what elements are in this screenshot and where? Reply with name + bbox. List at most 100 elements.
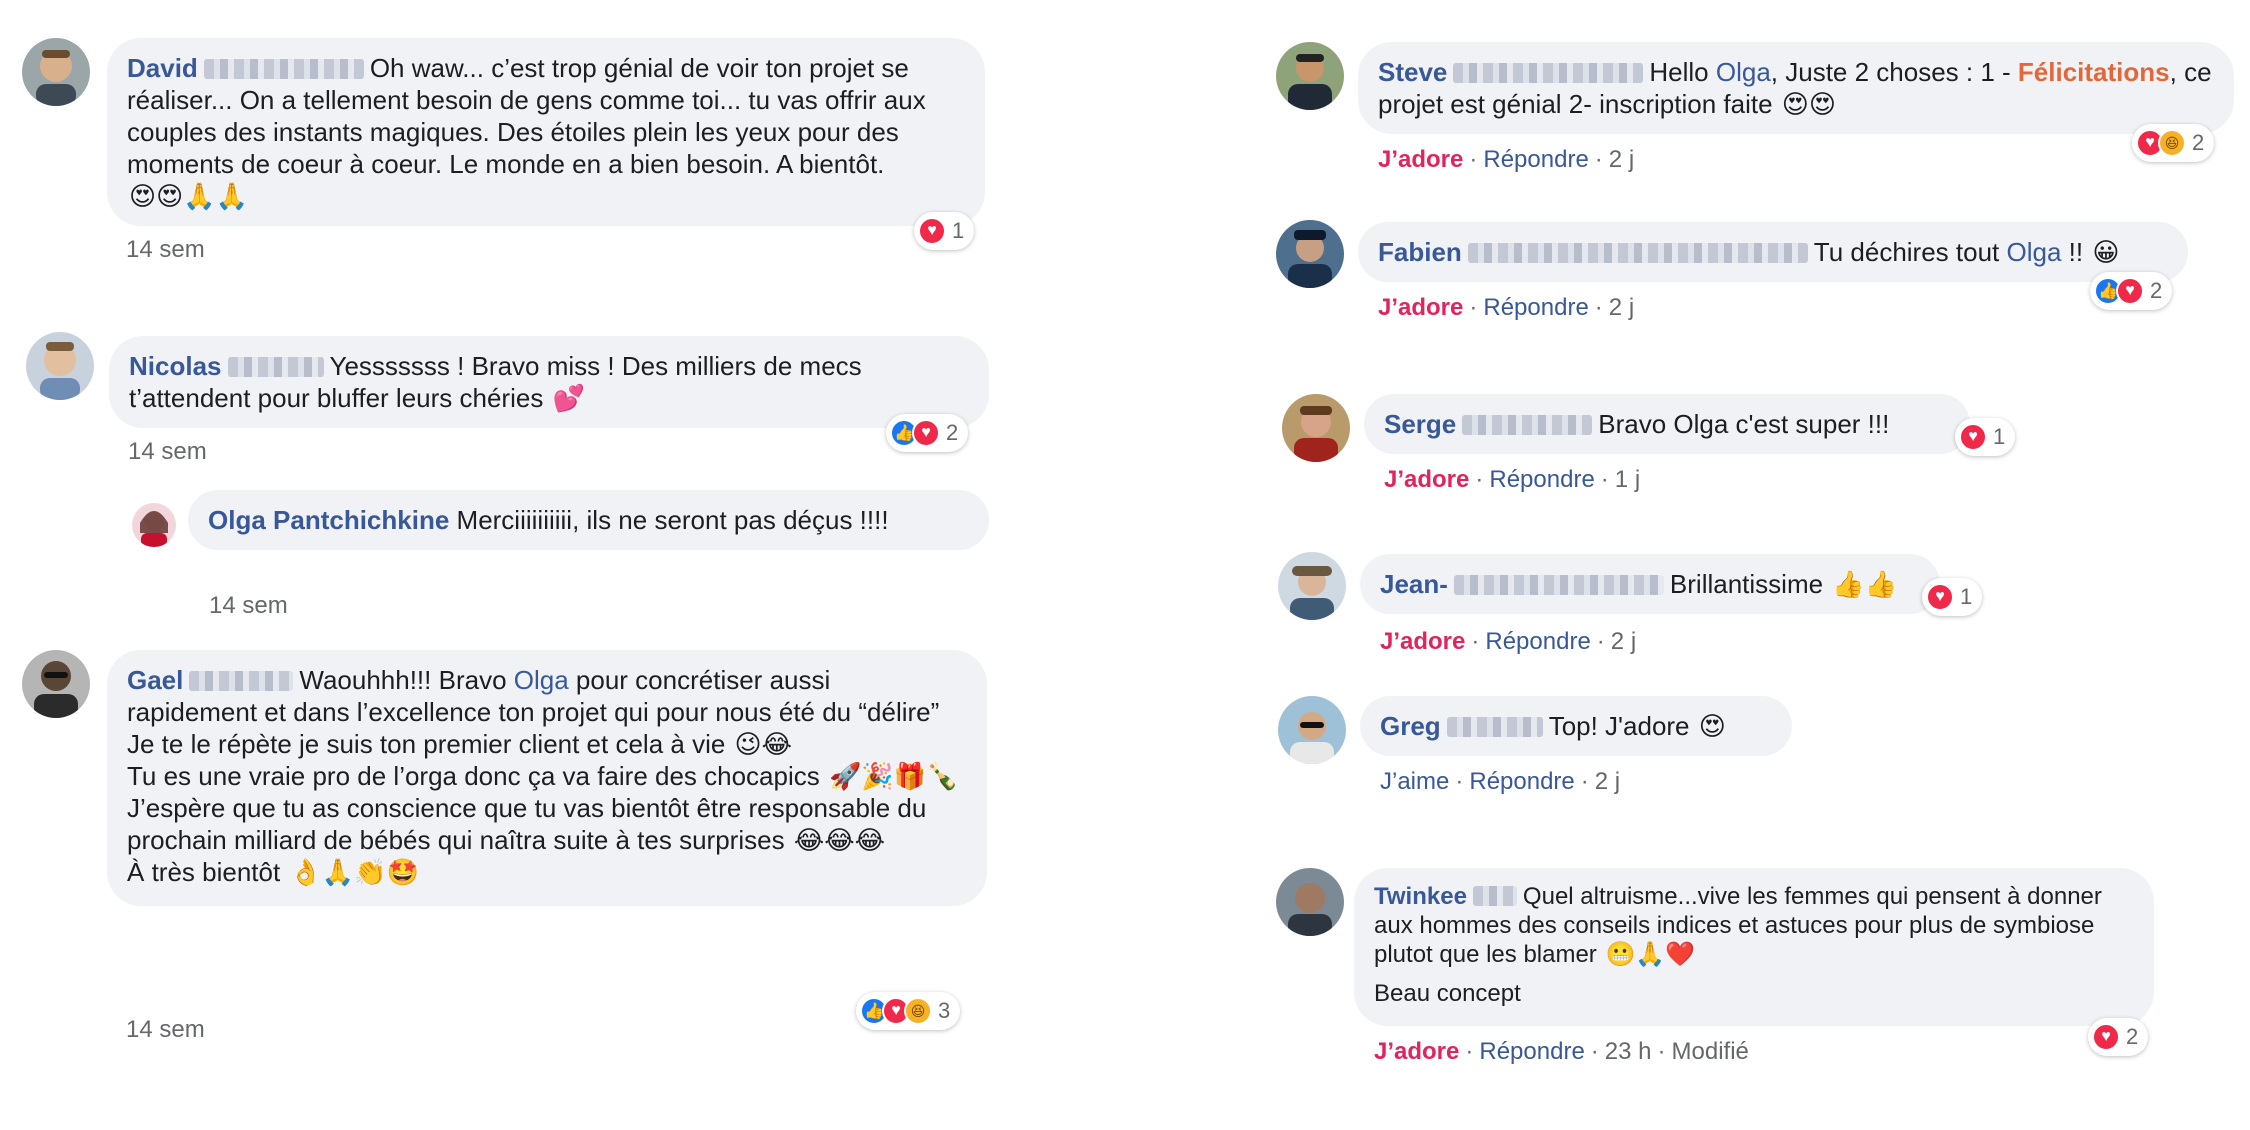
heart-icon: ♥: [1959, 423, 1987, 451]
author-name[interactable]: David: [127, 53, 198, 83]
avatar[interactable]: [1278, 552, 1346, 620]
reaction-link[interactable]: J’adore: [1378, 294, 1463, 321]
comment-bubble: Olga Pantchichkine Merciiiiiiiiii, ils n…: [188, 490, 989, 550]
comment-line: À très bientôt: [127, 857, 281, 887]
comment-time[interactable]: 1 j: [1615, 466, 1640, 493]
comment-actions: J’adore · Répondre · 2 j: [1380, 628, 1637, 655]
blurred-name: [1453, 575, 1664, 595]
emoji: 🚀🎉🎁🍾: [829, 761, 959, 791]
highlight-text: Félicitations: [2017, 57, 2170, 87]
avatar[interactable]: [26, 332, 94, 400]
reply-link[interactable]: Répondre: [1469, 768, 1574, 795]
comment-text: Bravo Olga c'est super !!!: [1598, 409, 1890, 439]
blurred-name: [1453, 63, 1644, 83]
reaction-badge[interactable]: 👍 ♥ 2: [886, 414, 969, 452]
comment-text: Tu déchires tout: [1813, 237, 2000, 267]
author-name[interactable]: Nicolas: [129, 351, 222, 381]
mention-link[interactable]: Olga: [2007, 237, 2062, 267]
author-name[interactable]: Olga Pantchichkine: [208, 505, 449, 535]
haha-icon: 😆: [904, 997, 932, 1025]
reply-link[interactable]: Répondre: [1479, 1038, 1584, 1065]
blurred-name: [1472, 886, 1517, 906]
avatar[interactable]: [22, 650, 90, 718]
comment-time[interactable]: 2 j: [1609, 294, 1634, 321]
emoji: 😍😍: [1781, 89, 1836, 119]
author-name[interactable]: Gael: [127, 665, 183, 695]
comment-text: Hello: [1649, 57, 1709, 87]
blurred-name: [1446, 717, 1543, 737]
emoji: 😬🙏❤️: [1605, 941, 1696, 968]
heart-icon: ♥: [1926, 583, 1954, 611]
avatar[interactable]: [132, 503, 176, 547]
comment-bubble: Twinkee Quel altruisme...vive les femmes …: [1354, 868, 2154, 1026]
blurred-name: [1462, 415, 1593, 435]
mention-link[interactable]: Olga: [514, 665, 569, 695]
comment-time[interactable]: 2 j: [1595, 768, 1620, 795]
comment-time[interactable]: 2 j: [1611, 628, 1636, 655]
heart-icon: ♥: [2116, 277, 2144, 305]
reaction-link[interactable]: J’adore: [1374, 1038, 1459, 1065]
edited-label[interactable]: Modifié: [1672, 1038, 1749, 1065]
reaction-link[interactable]: J’aime: [1380, 768, 1449, 795]
reaction-count: 1: [1960, 584, 1973, 609]
comment-actions: J’aime · Répondre · 2 j: [1380, 768, 1621, 795]
reaction-badge[interactable]: 👍 ♥ 😆 3: [856, 992, 961, 1030]
comment-bubble: David Oh waw... c’est trop génial de voir…: [107, 38, 985, 226]
comment-bubble: Serge Bravo Olga c'est super !!!: [1364, 394, 1970, 454]
reaction-link[interactable]: J’adore: [1384, 466, 1469, 493]
comment-bubble: Steve Hello Olga, Juste 2 choses : 1 - Fé…: [1358, 42, 2234, 134]
comment-time[interactable]: 23 h: [1605, 1038, 1652, 1065]
avatar[interactable]: [1276, 868, 1344, 936]
comment-time[interactable]: 14 sem: [128, 438, 207, 466]
avatar[interactable]: [1276, 42, 1344, 110]
comment-bubble: Nicolas Yesssssss ! Bravo miss ! Des mill…: [109, 336, 989, 428]
reaction-link[interactable]: J’adore: [1380, 628, 1465, 655]
reply-link[interactable]: Répondre: [1483, 294, 1588, 321]
comment-time[interactable]: 14 sem: [126, 1016, 205, 1044]
avatar[interactable]: [1278, 696, 1346, 764]
author-name[interactable]: Steve: [1378, 57, 1447, 87]
comment-text: Top! J'adore: [1548, 711, 1690, 741]
comment-bubble: Gael Waouhhh!!! Bravo Olga pour concrétis…: [107, 650, 987, 906]
author-name[interactable]: Fabien: [1378, 237, 1462, 267]
reaction-count: 1: [952, 218, 965, 243]
blurred-name: [227, 357, 324, 377]
author-name[interactable]: Greg: [1380, 711, 1441, 741]
comment-text: , Juste 2 choses : 1 -: [1770, 57, 2011, 87]
reaction-count: 2: [2150, 278, 2163, 303]
emoji: 😉😂: [734, 729, 793, 759]
comment-actions: J’adore · Répondre · 2 j: [1378, 146, 1635, 173]
heart-icon: ♥: [918, 217, 946, 245]
reaction-link[interactable]: J’adore: [1378, 146, 1463, 173]
avatar[interactable]: [1276, 220, 1344, 288]
reaction-badge[interactable]: ♥ 1: [914, 212, 975, 250]
comment-time[interactable]: 2 j: [1609, 146, 1634, 173]
reaction-count: 2: [2126, 1024, 2139, 1049]
comment-text: Merciiiiiiiiii, ils ne seront pas déçus …: [456, 505, 889, 535]
reaction-count: 2: [946, 420, 959, 445]
reaction-badge[interactable]: ♥ 2: [2088, 1018, 2149, 1056]
reaction-badge[interactable]: ♥ 1: [1922, 578, 1983, 616]
reaction-badge[interactable]: ♥ 😆 2: [2132, 124, 2215, 162]
comment-time[interactable]: 14 sem: [126, 236, 205, 264]
comment-actions: J’adore · Répondre · 2 j: [1378, 294, 1635, 321]
emoji: 😍: [1698, 711, 1726, 741]
comment-time[interactable]: 14 sem: [209, 592, 288, 620]
author-name[interactable]: Twinkee: [1374, 883, 1467, 910]
author-name[interactable]: Jean-: [1380, 569, 1448, 599]
emoji: 😍😍🙏🙏: [129, 181, 248, 211]
comment-text: Beau concept: [1374, 980, 1521, 1007]
reaction-badge[interactable]: 👍 ♥ 2: [2090, 272, 2173, 310]
mention-link[interactable]: Olga: [1716, 57, 1771, 87]
reply-link[interactable]: Répondre: [1489, 466, 1594, 493]
heart-icon: ♥: [912, 419, 940, 447]
reaction-badge[interactable]: ♥ 1: [1955, 418, 2016, 456]
avatar[interactable]: [22, 38, 90, 106]
comment-actions: J’adore · Répondre · 1 j: [1384, 466, 1641, 493]
author-name[interactable]: Serge: [1384, 409, 1456, 439]
reply-link[interactable]: Répondre: [1485, 628, 1590, 655]
emoji: 😂😂😂: [793, 825, 885, 855]
haha-icon: 😆: [2158, 129, 2186, 157]
avatar[interactable]: [1282, 394, 1350, 462]
reply-link[interactable]: Répondre: [1483, 146, 1588, 173]
